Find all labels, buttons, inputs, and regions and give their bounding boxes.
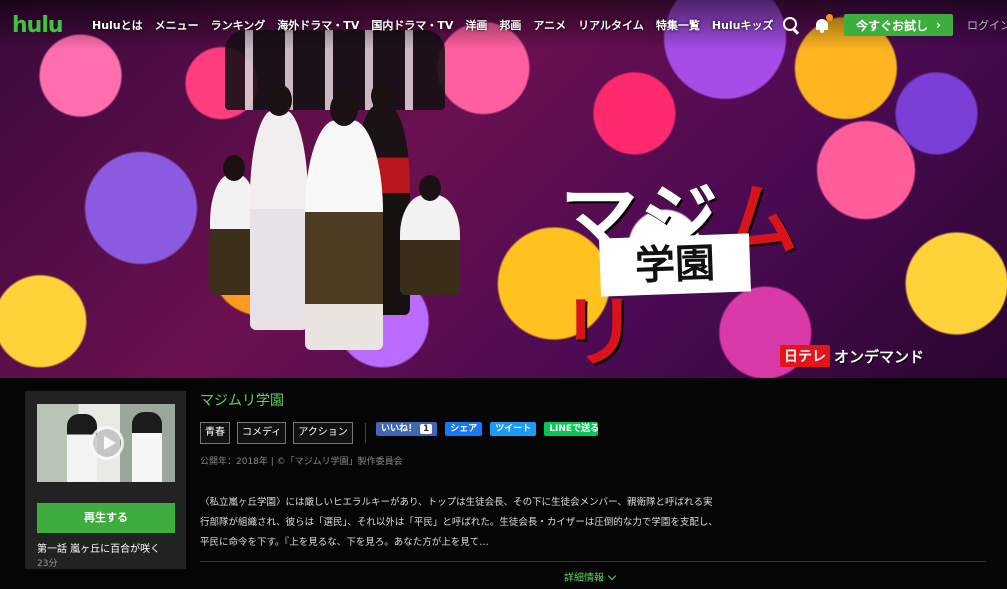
hulu-logo[interactable]: hulu bbox=[12, 13, 92, 38]
episode-card: 再生する 第一話 嵐ヶ丘に百合が咲く 23分 bbox=[25, 391, 186, 569]
episode-title[interactable]: 第一話 嵐ヶ丘に百合が咲く bbox=[37, 540, 160, 555]
network-logo: 日テレ オンデマンド bbox=[780, 345, 924, 367]
site-header: hulu Huluとは メニュー ランキング 海外ドラマ・TV 国内ドラマ・TV… bbox=[0, 0, 1007, 50]
episode-thumbnail[interactable] bbox=[37, 404, 175, 482]
more-info-label: 詳細情報 bbox=[564, 573, 604, 584]
cast-member bbox=[250, 84, 308, 330]
nav-features[interactable]: 特集一覧 bbox=[656, 17, 700, 33]
search-icon[interactable] bbox=[782, 16, 800, 34]
show-title-art: マジムリ 学園 bbox=[560, 158, 850, 378]
divider bbox=[200, 561, 986, 562]
nav-about[interactable]: Huluとは bbox=[92, 17, 143, 33]
main-nav: Huluとは メニュー ランキング 海外ドラマ・TV 国内ドラマ・TV 洋画 邦… bbox=[92, 17, 773, 33]
bell-icon[interactable] bbox=[814, 14, 834, 34]
play-icon[interactable] bbox=[90, 426, 124, 460]
chevron-right-icon: › bbox=[936, 18, 941, 32]
nav-menu[interactable]: メニュー bbox=[155, 17, 199, 33]
thumbnail-person bbox=[132, 412, 162, 482]
nav-western-movies[interactable]: 洋画 bbox=[465, 17, 487, 33]
genre-tag[interactable]: コメディ bbox=[237, 422, 287, 444]
cast-member bbox=[305, 92, 383, 350]
social-buttons: いいね！ 1 シェア ツイート LINEで送る bbox=[376, 422, 599, 436]
release-meta: 公開年：2018年 | ©「マジムリ学園」製作委員会 bbox=[200, 457, 403, 467]
more-info-link[interactable]: 詳細情報 bbox=[564, 569, 617, 584]
genre-tag[interactable]: 青春 bbox=[200, 422, 230, 444]
play-button[interactable]: 再生する bbox=[37, 503, 175, 533]
nav-japanese-movies[interactable]: 邦画 bbox=[499, 17, 521, 33]
line-share-button[interactable]: LINEで送る bbox=[544, 422, 599, 436]
show-detail-section: 再生する 第一話 嵐ヶ丘に百合が咲く 23分 マジムリ学園 青春 コメディ アク… bbox=[0, 378, 1007, 589]
nav-kids[interactable]: Huluキッズ bbox=[712, 17, 774, 33]
network-logo-text: オンデマンド bbox=[834, 347, 925, 366]
nav-domestic-drama[interactable]: 国内ドラマ・TV bbox=[371, 17, 453, 33]
facebook-share-button[interactable]: シェア bbox=[445, 422, 483, 436]
free-trial-label: 今すぐお試し bbox=[856, 18, 929, 33]
nav-anime[interactable]: アニメ bbox=[533, 17, 566, 33]
notification-dot bbox=[826, 14, 834, 21]
show-title: マジムリ学園 bbox=[200, 393, 284, 409]
nav-foreign-drama[interactable]: 海外ドラマ・TV bbox=[277, 17, 359, 33]
like-count: 1 bbox=[420, 424, 433, 434]
nav-ranking[interactable]: ランキング bbox=[211, 17, 266, 33]
login-link[interactable]: ログイン bbox=[967, 17, 1007, 33]
title-art-subtitle: 学園 bbox=[599, 233, 751, 297]
divider bbox=[365, 423, 366, 443]
cast-member bbox=[400, 175, 460, 295]
header-actions: 今すぐお試し › ログイン bbox=[782, 14, 1007, 36]
episode-duration: 23分 bbox=[37, 559, 58, 569]
tweet-button[interactable]: ツイート bbox=[490, 422, 537, 436]
network-logo-box: 日テレ bbox=[780, 345, 830, 367]
genre-tags: 青春 コメディ アクション bbox=[200, 422, 353, 444]
free-trial-button[interactable]: 今すぐお試し › bbox=[844, 14, 953, 36]
facebook-like-button[interactable]: いいね！ 1 bbox=[376, 422, 438, 436]
chevron-down-icon bbox=[607, 571, 617, 581]
like-label: いいね！ bbox=[381, 424, 418, 434]
hero-banner: マジムリ 学園 日テレ オンデマンド bbox=[0, 0, 1007, 378]
nav-realtime[interactable]: リアルタイム bbox=[578, 17, 644, 33]
genre-tag[interactable]: アクション bbox=[293, 422, 353, 444]
show-description: 〈私立嵐ヶ丘学園〉には厳しいヒエラルキーがあり、トップは生徒会長、その下に生徒会… bbox=[200, 497, 718, 548]
